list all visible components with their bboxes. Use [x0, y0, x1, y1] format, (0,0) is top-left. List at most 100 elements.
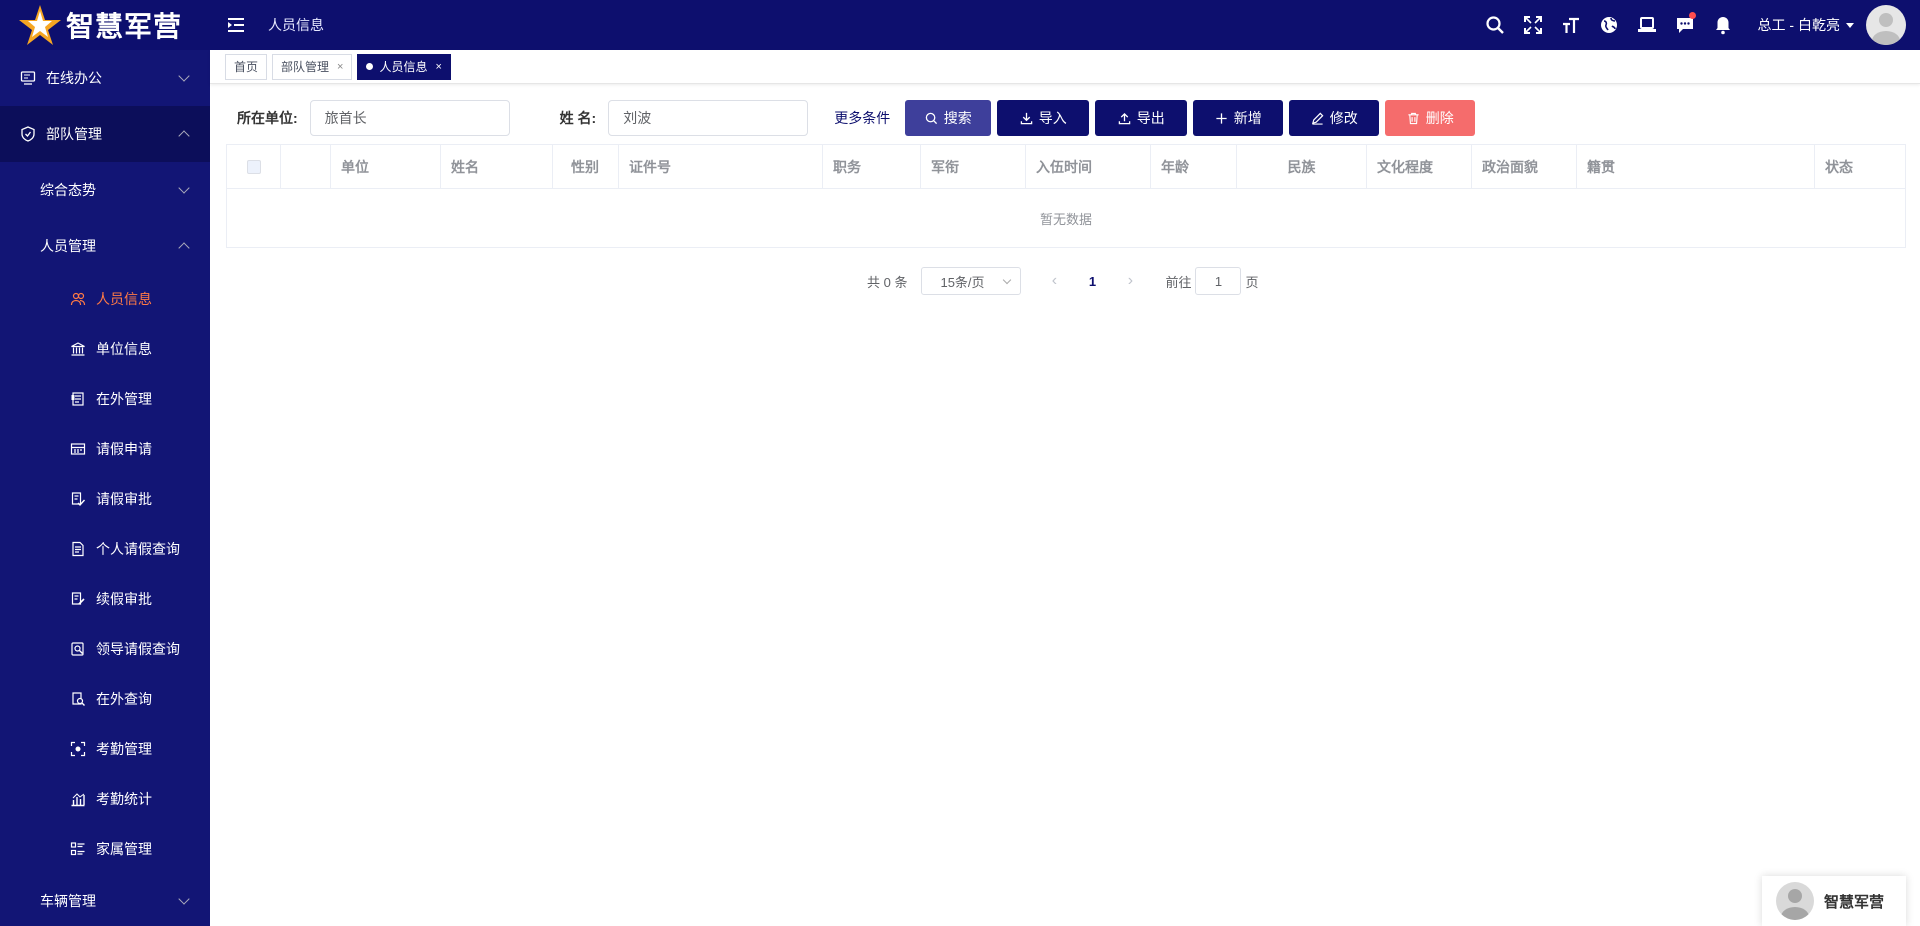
floating-assistant[interactable]: 智慧军营	[1762, 876, 1906, 926]
sidebar-item-attendance-management[interactable]: 考勤管理	[0, 724, 210, 774]
sidebar-item-unit-info[interactable]: 单位信息	[0, 324, 210, 374]
import-button-label: 导入	[1038, 110, 1067, 126]
chevron-down-icon	[178, 70, 190, 82]
sidebar-item-extension-approval[interactable]: 续假审批	[0, 574, 210, 624]
next-page-button[interactable]: ›	[1115, 267, 1145, 295]
unit-input[interactable]: 旅首长	[309, 100, 510, 136]
delete-button[interactable]: 删除	[1385, 100, 1476, 136]
sidebar-group-troop-management[interactable]: 部队管理	[0, 106, 210, 162]
edit-check-icon	[71, 592, 85, 605]
total-count: 共 0 条	[867, 274, 908, 290]
fullscreen-icon[interactable]	[1514, 0, 1552, 50]
sidebar-subgroup-vehicle[interactable]: 车辆管理	[0, 874, 210, 926]
people-icon	[70, 292, 86, 306]
active-dot	[366, 63, 374, 70]
calendar-icon	[70, 443, 86, 455]
sidebar-subgroup-label: 综合态势	[40, 182, 96, 198]
globe-icon[interactable]	[1590, 0, 1628, 50]
sidebar-item-personal-leave-query[interactable]: 个人请假查询	[0, 524, 210, 574]
column-header[interactable]: 状态	[1815, 145, 1905, 189]
sidebar-group-online-office[interactable]: 在线办公	[0, 50, 210, 106]
sidebar-item-outside-management[interactable]: 在外管理	[0, 374, 210, 424]
sidebar-item-attendance-statistics[interactable]: 考勤统计	[0, 774, 210, 824]
message-icon[interactable]	[1666, 0, 1704, 50]
sidebar-item-label: 领导请假查询	[96, 641, 180, 657]
tag-troop-management[interactable]: 部队管理 ×	[272, 53, 353, 80]
sidebar-item-label: 考勤管理	[96, 741, 152, 757]
sidebar-subgroup-overview[interactable]: 综合态势	[0, 162, 210, 218]
bell-icon[interactable]	[1704, 0, 1742, 50]
sidebar-item-leave-approval[interactable]: 请假审批	[0, 474, 210, 524]
notification-dot	[1688, 12, 1696, 19]
add-button[interactable]: 新增	[1193, 100, 1284, 136]
font-size-icon[interactable]	[1552, 0, 1590, 50]
select-all-checkbox[interactable]	[246, 160, 261, 174]
chevron-up-icon	[178, 130, 190, 142]
edit-button-label: 修改	[1329, 110, 1358, 126]
sidebar-item-personnel-info[interactable]: 人员信息	[0, 274, 210, 324]
sidebar-item-label: 家属管理	[96, 841, 152, 857]
trash-icon	[1408, 112, 1419, 124]
export-button[interactable]: 导出	[1095, 100, 1188, 136]
import-button[interactable]: 导入	[997, 100, 1090, 136]
avatar	[1776, 882, 1814, 920]
scan-icon	[70, 741, 86, 757]
column-header[interactable]: 军衔	[921, 145, 1026, 189]
sidebar-item-label: 人员信息	[96, 291, 152, 307]
column-header[interactable]: 姓名	[441, 145, 553, 189]
search-form: 所在单位: 旅首长 姓 名: 刘波 更多条件 搜索 导入 导出 新增 修改 删除	[237, 100, 1476, 136]
search-icon[interactable]	[1476, 0, 1514, 50]
column-header[interactable]: 文化程度	[1367, 145, 1472, 189]
user-menu[interactable]: 总工 - 白乾亮	[1758, 5, 1906, 45]
menu-fold-icon[interactable]	[226, 15, 246, 35]
laptop-icon[interactable]	[1628, 0, 1666, 50]
download-icon	[1020, 112, 1032, 124]
column-header[interactable]: 籍贯	[1577, 145, 1815, 189]
close-icon[interactable]: ×	[435, 61, 441, 73]
tag-label: 人员信息	[379, 60, 428, 74]
column-header[interactable]: 年龄	[1151, 145, 1237, 189]
user-name: 总工 - 白乾亮	[1757, 17, 1840, 33]
personnel-table: 单位 姓名 性别 证件号 职务 军衔 入伍时间 年龄 民族 文化程度 政治面貌 …	[226, 144, 1906, 248]
page-number[interactable]: 1	[1077, 267, 1107, 295]
sidebar-item-label: 请假审批	[96, 491, 152, 507]
sidebar-item-outside-query[interactable]: 在外查询	[0, 674, 210, 724]
pagination: 共 0 条 15条/页 ‹ 1 › 前往 1 页	[867, 267, 1259, 295]
page-size-select[interactable]: 15条/页	[921, 267, 1022, 295]
column-header[interactable]: 性别	[553, 145, 619, 189]
top-bar: 智慧军营 人员信息 总工 - 白乾亮	[0, 0, 1920, 50]
sidebar-item-label: 在外管理	[96, 391, 152, 407]
goto-page-input[interactable]: 1	[1195, 267, 1242, 295]
floating-label: 智慧军营	[1824, 893, 1885, 911]
close-icon[interactable]: ×	[337, 61, 343, 73]
sidebar-group-label: 部队管理	[46, 126, 102, 142]
bar-chart-icon	[71, 793, 85, 807]
name-input[interactable]: 刘波	[608, 100, 809, 136]
list-icon	[70, 842, 85, 856]
logo-text: 智慧军营	[66, 11, 183, 42]
plus-icon	[1216, 112, 1227, 124]
goto-suffix: 页	[1245, 274, 1259, 290]
sidebar-item-label: 个人请假查询	[96, 541, 180, 557]
sidebar-subgroup-personnel[interactable]: 人员管理	[0, 218, 210, 274]
tag-personnel-info[interactable]: 人员信息 ×	[357, 53, 451, 80]
tag-home[interactable]: 首页	[225, 53, 268, 80]
pencil-icon	[1311, 112, 1324, 125]
more-conditions-link[interactable]: 更多条件	[834, 108, 890, 128]
sidebar-subgroup-label: 人员管理	[40, 238, 96, 254]
sidebar-item-leave-application[interactable]: 请假申请	[0, 424, 210, 474]
sidebar-item-family-management[interactable]: 家属管理	[0, 824, 210, 874]
column-header[interactable]: 职务	[823, 145, 921, 189]
edit-button[interactable]: 修改	[1289, 100, 1380, 136]
sidebar-item-leader-leave-query[interactable]: 领导请假查询	[0, 624, 210, 674]
column-header[interactable]: 入伍时间	[1026, 145, 1151, 189]
search-button[interactable]: 搜索	[905, 100, 992, 136]
column-header[interactable]: 民族	[1237, 145, 1367, 189]
chevron-up-icon	[178, 242, 190, 254]
prev-page-button[interactable]: ‹	[1039, 267, 1069, 295]
column-header[interactable]: 政治面貌	[1472, 145, 1577, 189]
column-header[interactable]: 单位	[331, 145, 441, 189]
column-header[interactable]: 证件号	[619, 145, 823, 189]
logo[interactable]: 智慧军营	[0, 0, 210, 50]
main-content: 所在单位: 旅首长 姓 名: 刘波 更多条件 搜索 导入 导出 新增 修改 删除	[210, 84, 1920, 926]
